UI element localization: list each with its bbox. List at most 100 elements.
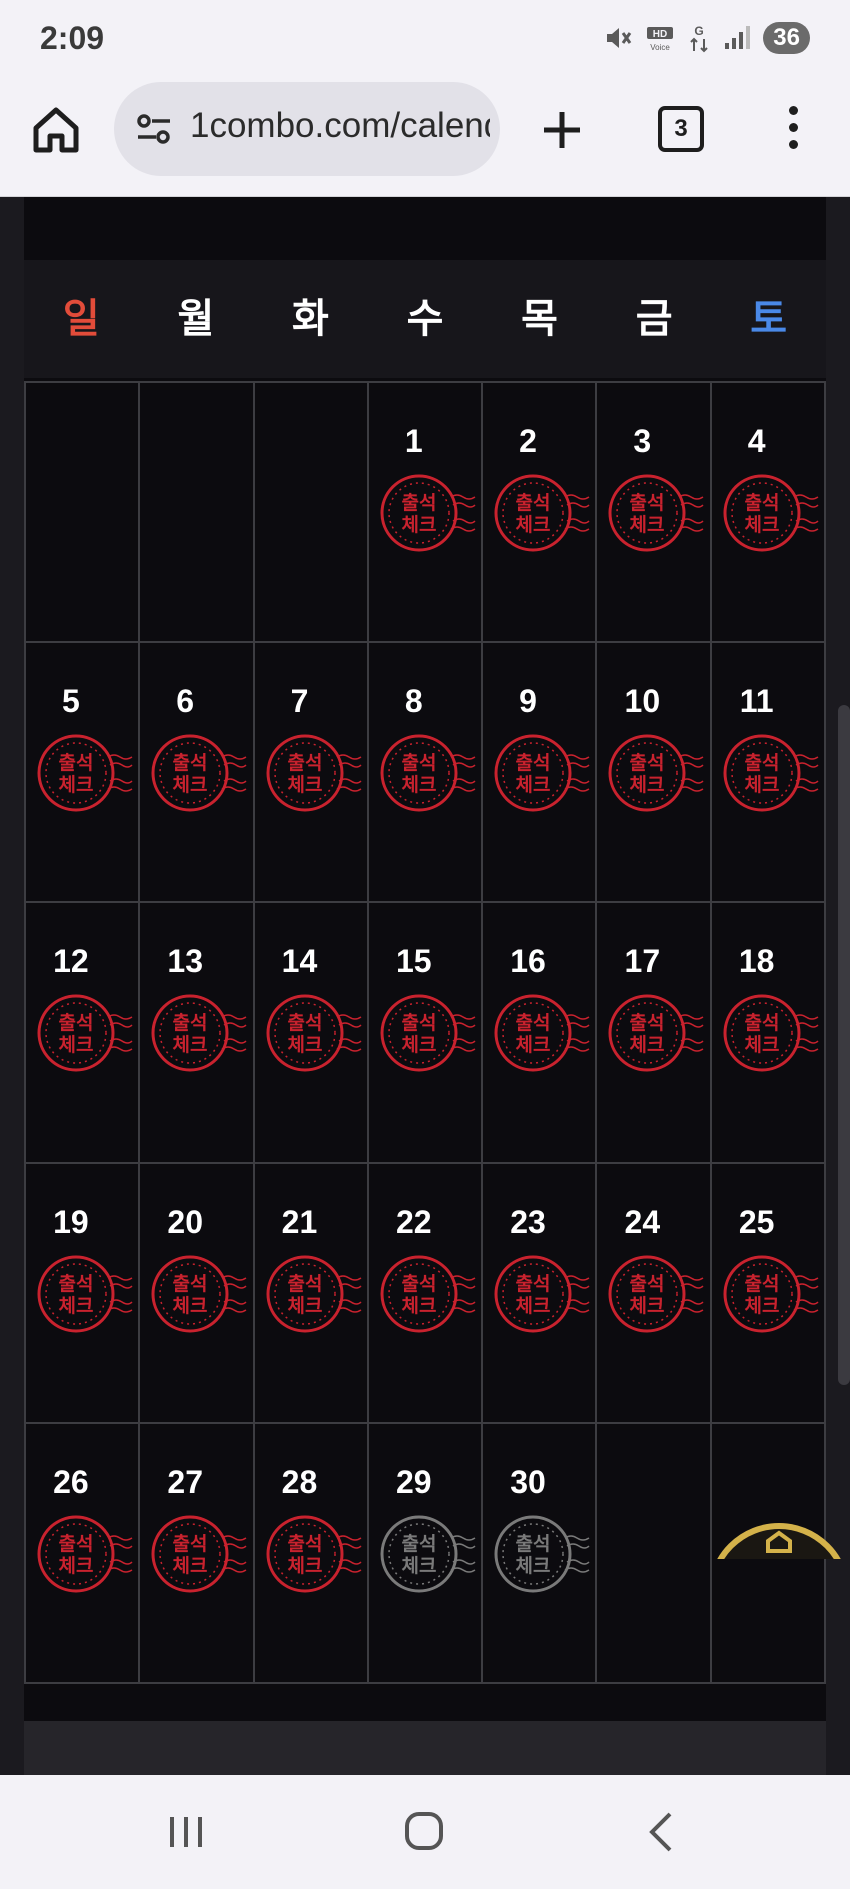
hd-voice-icon: HD Voice [647, 27, 674, 52]
calendar-day-cell[interactable]: 1 출석 체크 [368, 383, 484, 644]
svg-text:출석: 출석 [401, 1012, 436, 1034]
attendance-stamp-icon: 출석체크 [37, 1515, 133, 1593]
mute-icon [607, 28, 632, 48]
calendar-day-cell[interactable]: 2 출석 체크 [483, 383, 598, 644]
svg-text:체크: 체크 [59, 774, 94, 796]
back-icon[interactable] [646, 1811, 676, 1853]
svg-text:체크: 체크 [630, 1295, 665, 1317]
floating-badge-icon[interactable] [714, 1519, 844, 1559]
calendar-day-cell[interactable]: 10 출석 체크 [597, 643, 712, 904]
attendance-stamp-icon: 출석체크 [723, 1255, 819, 1333]
calendar-day-cell[interactable]: 22 출석 체크 [368, 1163, 484, 1424]
calendar-day-cell[interactable]: 20 출석 체크 [140, 1163, 255, 1424]
calendar-day-cell[interactable]: 8 출석 체크 [368, 643, 484, 904]
calendar-day-cell[interactable]: 23 출석 체크 [483, 1163, 598, 1424]
day-number: 4 [747, 423, 766, 459]
calendar-day-cell[interactable]: 30 출석 체크 [483, 1423, 598, 1684]
svg-text:체크: 체크 [287, 1555, 322, 1577]
calendar-day-cell[interactable]: 11 출석 체크 [711, 643, 826, 904]
calendar-panel: 일 월 화 수 목 금 토 1 출석 체크 2 출석 체크 3 출석 체크 4 출석 체크 5 출석 체크 6… [24, 197, 841, 1721]
attendance-stamp-icon: 출석체크 [608, 994, 704, 1072]
attendance-stamp-icon: 출석체크 [37, 1255, 133, 1333]
attendance-stamp-icon: 출석체크 [266, 1255, 362, 1333]
svg-text:출석: 출석 [287, 752, 322, 774]
calendar-day-cell[interactable]: 14 출석 체크 [254, 903, 369, 1164]
svg-text:출석: 출석 [516, 492, 551, 514]
calendar-day-cell[interactable]: 28 출석 체크 [254, 1423, 369, 1684]
attendance-stamp-icon: 출석체크 [266, 994, 362, 1072]
attendance-stamp-icon: 출석체크 [494, 994, 590, 1072]
svg-text:출석: 출석 [401, 752, 436, 774]
attendance-stamp-icon: 출석체크 [380, 994, 476, 1072]
day-number: 22 [395, 1203, 432, 1240]
svg-text:출석: 출석 [744, 1012, 779, 1034]
day-number: 26 [53, 1463, 89, 1500]
overflow-menu-icon[interactable] [786, 106, 800, 156]
tab-switcher-icon[interactable]: 3 [658, 106, 704, 152]
svg-text:체크: 체크 [516, 1555, 551, 1577]
calendar-day-cell[interactable]: 7 출석 체크 [254, 643, 369, 904]
home-icon[interactable] [30, 104, 82, 156]
calendar-day-cell[interactable]: 12 출석 체크 [26, 903, 141, 1164]
svg-text:체크: 체크 [401, 1555, 436, 1577]
svg-text:출석: 출석 [401, 492, 436, 514]
svg-text:출석: 출석 [59, 752, 94, 774]
day-number: 27 [167, 1463, 203, 1500]
calendar-empty-cell [597, 1423, 712, 1684]
recent-apps-icon[interactable] [166, 1815, 206, 1849]
day-number: 18 [738, 943, 775, 980]
calendar-day-cell[interactable]: 24 출석 체크 [597, 1163, 712, 1424]
calendar-day-cell[interactable]: 29 출석 체크 [368, 1423, 484, 1684]
nav-home-icon[interactable] [404, 1811, 444, 1851]
calendar-day-cell[interactable]: 15 출석 체크 [368, 903, 484, 1164]
new-tab-icon[interactable] [540, 108, 584, 152]
svg-text:체크: 체크 [401, 774, 436, 796]
svg-text:체크: 체크 [173, 1555, 208, 1577]
svg-text:출석: 출석 [401, 1533, 436, 1555]
svg-text:출석: 출석 [516, 1533, 551, 1555]
svg-text:체크: 체크 [744, 774, 779, 796]
day-number: 2 [519, 423, 537, 459]
calendar-day-cell[interactable]: 18 출석 체크 [711, 903, 826, 1164]
calendar-day-cell[interactable]: 6 출석 체크 [140, 643, 255, 904]
svg-text:출석: 출석 [744, 492, 779, 514]
address-bar[interactable]: 1combo.com/calendar [114, 82, 500, 176]
attendance-stamp-icon: 출석체크 [266, 1515, 362, 1593]
calendar-grid: 1 출석 체크 2 출석 체크 3 출석 체크 4 출석 체크 5 출석 체크 6 출석 체크 7 출석 체크 8 출석 체크… [24, 381, 826, 1684]
svg-text:출석: 출석 [287, 1273, 322, 1295]
page-scrollbar[interactable] [838, 705, 850, 1385]
panel-footer [24, 1721, 826, 1775]
day-number: 10 [624, 683, 661, 720]
day-number: 11 [739, 683, 774, 720]
site-settings-icon[interactable] [136, 112, 172, 146]
calendar-day-cell[interactable]: 16 출석 체크 [483, 903, 598, 1164]
calendar-day-cell[interactable]: 17 출석 체크 [597, 903, 712, 1164]
attendance-stamp-icon: 출석체크 [608, 474, 704, 552]
svg-text:출석: 출석 [516, 752, 551, 774]
attendance-stamp-icon: 출석체크 [494, 1515, 590, 1593]
attendance-stamp-icon: 출석체크 [151, 1515, 247, 1593]
data-g-icon: G [690, 24, 709, 53]
attendance-stamp-icon: 출석체크 [723, 474, 819, 552]
calendar-day-cell[interactable]: 19 출석 체크 [26, 1163, 141, 1424]
attendance-stamp-icon: 출석체크 [151, 1255, 247, 1333]
svg-text:체크: 체크 [401, 514, 436, 536]
svg-text:체크: 체크 [516, 1295, 551, 1317]
weekday-saturday: 토 [750, 297, 788, 341]
calendar-day-cell[interactable]: 5 출석 체크 [26, 643, 141, 904]
svg-text:출석: 출석 [744, 1273, 779, 1295]
signal-icon [725, 26, 751, 49]
calendar-day-cell[interactable]: 26 출석 체크 [26, 1423, 141, 1684]
calendar-day-cell[interactable]: 27 출석 체크 [140, 1423, 255, 1684]
weekday-thursday: 목 [521, 297, 558, 341]
calendar-day-cell[interactable]: 13 출석 체크 [140, 903, 255, 1164]
calendar-day-cell[interactable]: 9 출석 체크 [483, 643, 598, 904]
calendar-day-cell[interactable]: 3 출석 체크 [597, 383, 712, 644]
svg-text:체크: 체크 [401, 1034, 436, 1056]
svg-text:체크: 체크 [287, 774, 322, 796]
calendar-day-cell[interactable]: 4 출석 체크 [711, 383, 826, 644]
url-text[interactable]: 1combo.com/calendar [190, 106, 490, 146]
calendar-day-cell[interactable]: 21 출석 체크 [254, 1163, 369, 1424]
day-number: 20 [167, 1203, 203, 1240]
calendar-day-cell[interactable]: 25 출석 체크 [711, 1163, 826, 1424]
